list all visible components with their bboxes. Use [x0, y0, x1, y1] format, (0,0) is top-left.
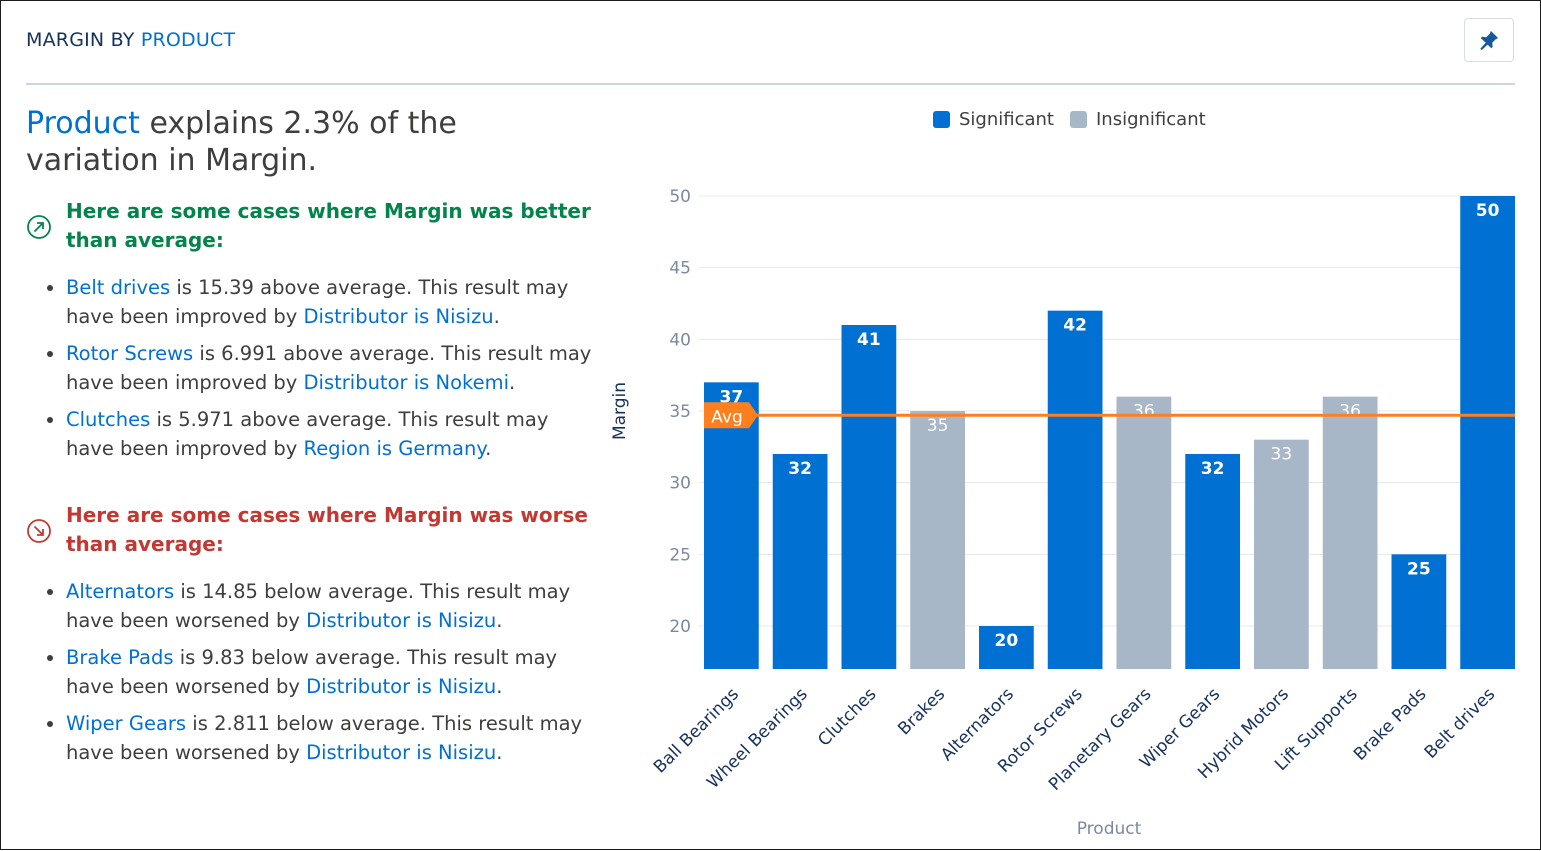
x-tick-label: Brakes	[894, 684, 949, 739]
margin-by-product-card: MARGIN BY PRODUCT Product explains 2.3% …	[0, 0, 1541, 850]
bar-value-label: 25	[1407, 559, 1431, 579]
bar-value-label: 42	[1063, 316, 1087, 336]
average-label: Avg	[711, 407, 743, 427]
x-tick-label: Brake Pads	[1350, 684, 1431, 765]
bar-value-label: 33	[1271, 445, 1293, 465]
bar-value-label: 41	[857, 330, 881, 350]
y-axis-label: Margin	[610, 382, 630, 440]
bar-lift-supports[interactable]	[1322, 396, 1378, 669]
bar-planetary-gears[interactable]	[1116, 396, 1172, 669]
y-tick-label: 40	[669, 330, 691, 350]
bar-rotor-screws[interactable]	[1047, 310, 1103, 669]
bar-brakes[interactable]	[910, 411, 965, 669]
x-tick-label: Belt drives	[1421, 684, 1499, 762]
bar-value-label: 32	[1201, 459, 1225, 479]
bar-value-label: 50	[1476, 201, 1500, 221]
bar-wheel-bearings[interactable]	[772, 454, 828, 669]
x-tick-label: Clutches	[814, 684, 880, 750]
y-tick-label: 50	[669, 187, 691, 207]
margin-bar-chart: 20253035404550MarginProduct37Ball Bearin…	[610, 187, 1515, 839]
bar-value-label: 35	[927, 416, 949, 436]
y-tick-label: 35	[669, 402, 691, 422]
y-tick-label: 20	[669, 617, 691, 637]
y-tick-label: 30	[669, 474, 691, 494]
bar-hybrid-motors[interactable]	[1254, 439, 1309, 669]
y-tick-label: 45	[669, 259, 691, 279]
y-tick-label: 25	[669, 545, 691, 565]
bar-value-label: 36	[1339, 402, 1361, 422]
bar-value-label: 20	[995, 631, 1019, 651]
bar-value-label: 32	[788, 459, 812, 479]
x-axis-label: Product	[1077, 819, 1142, 839]
bar-clutches[interactable]	[841, 325, 897, 669]
bar-value-label: 36	[1133, 402, 1155, 422]
bar-wiper-gears[interactable]	[1185, 454, 1240, 669]
bar-belt-drives[interactable]	[1460, 196, 1515, 669]
